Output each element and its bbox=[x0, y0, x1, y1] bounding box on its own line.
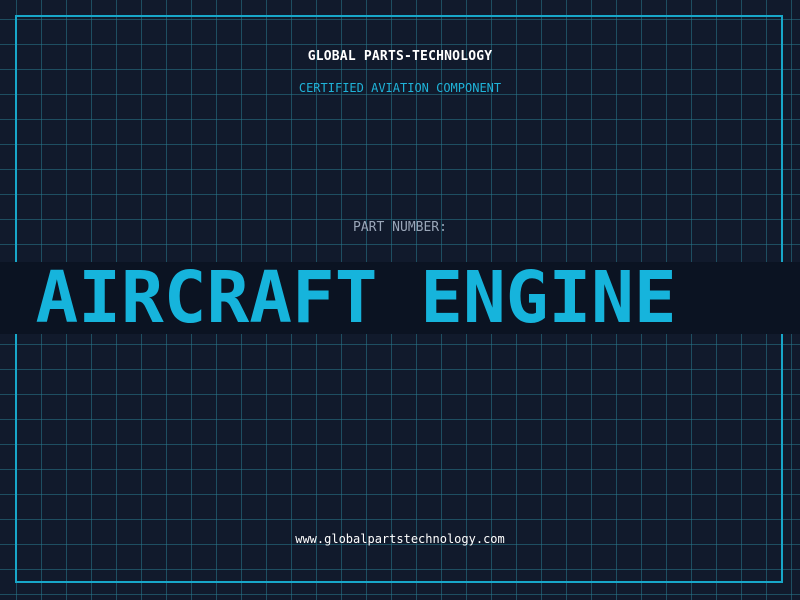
part-number-label: PART NUMBER: bbox=[353, 220, 447, 235]
part-number-banner: A AIRCRAFT ENGINE bbox=[0, 262, 800, 334]
certification-subtitle: CERTIFIED AVIATION COMPONENT bbox=[298, 81, 502, 95]
website-url: www.globalpartstechnology.com bbox=[295, 532, 505, 546]
part-number-ticker: A AIRCRAFT ENGINE bbox=[0, 262, 677, 334]
company-title: GLOBAL PARTS-TECHNOLOGY bbox=[307, 49, 493, 64]
